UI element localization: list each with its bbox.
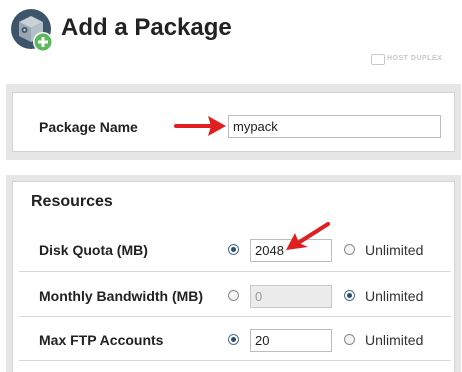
monthly-bandwidth-value-radio[interactable] — [228, 290, 239, 301]
disk-quota-unlimited-label[interactable]: Unlimited — [365, 242, 423, 258]
row-divider — [19, 271, 451, 272]
max-ftp-unlimited-radio[interactable] — [344, 334, 355, 345]
package-name-input[interactable] — [228, 115, 441, 138]
page-title: Add a Package — [61, 14, 232, 41]
row-divider — [19, 360, 451, 361]
disk-quota-input[interactable] — [250, 239, 332, 262]
max-ftp-value-radio[interactable] — [228, 334, 239, 345]
monthly-bandwidth-unlimited-radio[interactable] — [344, 290, 355, 301]
max-ftp-unlimited-label[interactable]: Unlimited — [365, 332, 423, 348]
brand-logo: HOST DUPLEX — [371, 54, 456, 66]
disk-quota-label: Disk Quota (MB) — [39, 242, 148, 258]
resources-title: Resources — [31, 193, 113, 210]
monthly-bandwidth-label: Monthly Bandwidth (MB) — [39, 288, 204, 304]
row-divider — [19, 316, 451, 317]
brand-name: HOST DUPLEX — [387, 55, 443, 62]
max-ftp-accounts-label: Max FTP Accounts — [39, 332, 164, 348]
package-name-panel: Package Name — [6, 84, 461, 160]
package-name-label: Package Name — [39, 119, 138, 135]
host-duplex-logo-icon — [371, 54, 385, 65]
resources-panel: Resources Disk Quota (MB) Unlimited Mont… — [6, 175, 461, 372]
page-header: Add a Package HOST DUPLEX — [0, 0, 462, 80]
package-name-box: Package Name — [12, 92, 455, 152]
max-ftp-input[interactable] — [250, 329, 332, 352]
resources-box: Resources Disk Quota (MB) Unlimited Mont… — [12, 181, 455, 372]
disk-quota-unlimited-radio[interactable] — [344, 244, 355, 255]
monthly-bandwidth-unlimited-label[interactable]: Unlimited — [365, 288, 423, 304]
monthly-bandwidth-input[interactable] — [250, 285, 332, 308]
package-add-icon — [11, 9, 53, 52]
disk-quota-value-radio[interactable] — [228, 244, 239, 255]
